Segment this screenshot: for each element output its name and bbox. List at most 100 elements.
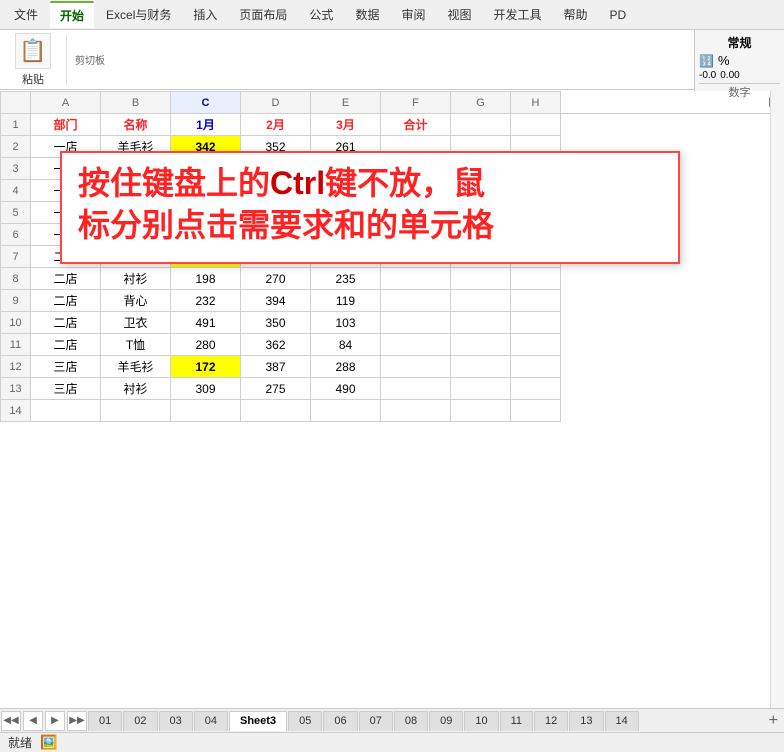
cell-extra-14-0[interactable]	[451, 400, 511, 422]
menu-pd[interactable]: PD	[600, 4, 637, 26]
cell-f13[interactable]	[381, 378, 451, 400]
cell-extra-11-0[interactable]	[451, 334, 511, 356]
cell-c11[interactable]: 280	[171, 334, 241, 356]
cell-e12[interactable]: 288	[311, 356, 381, 378]
cell-h1[interactable]	[511, 114, 561, 136]
cell-f11[interactable]	[381, 334, 451, 356]
cell-c1[interactable]: 1月	[171, 114, 241, 136]
cell-c12[interactable]: 172	[171, 356, 241, 378]
cell-d14[interactable]	[241, 400, 311, 422]
cell-f8[interactable]	[381, 268, 451, 290]
cell-c13[interactable]: 309	[171, 378, 241, 400]
col-header-b[interactable]: B	[101, 92, 171, 114]
menu-page-layout[interactable]: 页面布局	[229, 2, 297, 27]
cell-e8[interactable]: 235	[311, 268, 381, 290]
cell-d11[interactable]: 362	[241, 334, 311, 356]
menu-excel-finance[interactable]: Excel与财务	[96, 2, 181, 27]
cell-g1[interactable]	[451, 114, 511, 136]
col-header-f[interactable]: F	[381, 92, 451, 114]
cell-b8[interactable]: 衬衫	[101, 268, 171, 290]
cell-b10[interactable]: 卫衣	[101, 312, 171, 334]
menu-data[interactable]: 数据	[345, 2, 389, 27]
cell-extra-12-1[interactable]	[511, 356, 561, 378]
cell-extra-9-1[interactable]	[511, 290, 561, 312]
cell-f14[interactable]	[381, 400, 451, 422]
cell-d8[interactable]: 270	[241, 268, 311, 290]
menu-view[interactable]: 视图	[437, 2, 481, 27]
cell-a14[interactable]	[31, 400, 101, 422]
tab-Sheet3[interactable]: Sheet3	[229, 711, 287, 731]
cell-d13[interactable]: 275	[241, 378, 311, 400]
menu-help[interactable]: 帮助	[554, 2, 598, 27]
col-header-d[interactable]: D	[241, 92, 311, 114]
cell-a8[interactable]: 二店	[31, 268, 101, 290]
tab-13[interactable]: 13	[569, 711, 603, 731]
menu-review[interactable]: 审阅	[391, 2, 435, 27]
cell-b12[interactable]: 羊毛衫	[101, 356, 171, 378]
tab-01[interactable]: 01	[88, 711, 122, 731]
cell-a13[interactable]: 三店	[31, 378, 101, 400]
col-header-h[interactable]: H	[511, 92, 561, 114]
tab-07[interactable]: 07	[359, 711, 393, 731]
cell-b13[interactable]: 衬衫	[101, 378, 171, 400]
cell-e10[interactable]: 103	[311, 312, 381, 334]
tab-12[interactable]: 12	[534, 711, 568, 731]
cell-b11[interactable]: T恤	[101, 334, 171, 356]
tab-06[interactable]: 06	[323, 711, 357, 731]
cell-f12[interactable]	[381, 356, 451, 378]
menu-formula[interactable]: 公式	[299, 2, 343, 27]
tab-04[interactable]: 04	[194, 711, 228, 731]
cell-d9[interactable]: 394	[241, 290, 311, 312]
tab-11[interactable]: 11	[500, 711, 533, 731]
cell-d12[interactable]: 387	[241, 356, 311, 378]
cell-a10[interactable]: 二店	[31, 312, 101, 334]
cell-e11[interactable]: 84	[311, 334, 381, 356]
cell-e9[interactable]: 119	[311, 290, 381, 312]
tab-nav-right[interactable]: ▶	[45, 711, 65, 731]
tab-nav-left-start[interactable]: ◀◀	[1, 711, 21, 731]
col-header-e[interactable]: E	[311, 92, 381, 114]
col-header-c[interactable]: C	[171, 92, 241, 114]
cell-b14[interactable]	[101, 400, 171, 422]
tab-nav-left[interactable]: ◀	[23, 711, 43, 731]
cell-e14[interactable]	[311, 400, 381, 422]
cell-extra-13-1[interactable]	[511, 378, 561, 400]
cell-extra-10-0[interactable]	[451, 312, 511, 334]
cell-f1[interactable]: 合计	[381, 114, 451, 136]
cell-c14[interactable]	[171, 400, 241, 422]
cell-extra-9-0[interactable]	[451, 290, 511, 312]
cell-a1[interactable]: 部门	[31, 114, 101, 136]
cell-d10[interactable]: 350	[241, 312, 311, 334]
tab-nav-right-end[interactable]: ▶▶	[67, 711, 87, 731]
cell-extra-14-1[interactable]	[511, 400, 561, 422]
cell-d1[interactable]: 2月	[241, 114, 311, 136]
cell-extra-11-1[interactable]	[511, 334, 561, 356]
cell-extra-12-0[interactable]	[451, 356, 511, 378]
cell-b1[interactable]: 名称	[101, 114, 171, 136]
tab-09[interactable]: 09	[429, 711, 463, 731]
menu-insert[interactable]: 插入	[183, 2, 227, 27]
menu-dev-tools[interactable]: 开发工具	[483, 2, 551, 27]
tab-03[interactable]: 03	[159, 711, 193, 731]
cell-f9[interactable]	[381, 290, 451, 312]
vertical-scrollbar[interactable]	[770, 91, 784, 708]
tab-05[interactable]: 05	[288, 711, 322, 731]
cell-c10[interactable]: 491	[171, 312, 241, 334]
cell-extra-10-1[interactable]	[511, 312, 561, 334]
tab-10[interactable]: 10	[464, 711, 498, 731]
cell-b9[interactable]: 背心	[101, 290, 171, 312]
tab-02[interactable]: 02	[123, 711, 157, 731]
col-header-g[interactable]: G	[451, 92, 511, 114]
col-header-a[interactable]: A	[31, 92, 101, 114]
cell-a11[interactable]: 二店	[31, 334, 101, 356]
cell-f10[interactable]	[381, 312, 451, 334]
cell-a12[interactable]: 三店	[31, 356, 101, 378]
cell-extra-13-0[interactable]	[451, 378, 511, 400]
cell-a9[interactable]: 二店	[31, 290, 101, 312]
menu-file[interactable]: 文件	[4, 2, 48, 27]
tab-08[interactable]: 08	[394, 711, 428, 731]
add-sheet-button[interactable]: +	[763, 712, 784, 730]
cell-extra-8-1[interactable]	[511, 268, 561, 290]
tab-14[interactable]: 14	[605, 711, 639, 731]
cell-c8[interactable]: 198	[171, 268, 241, 290]
